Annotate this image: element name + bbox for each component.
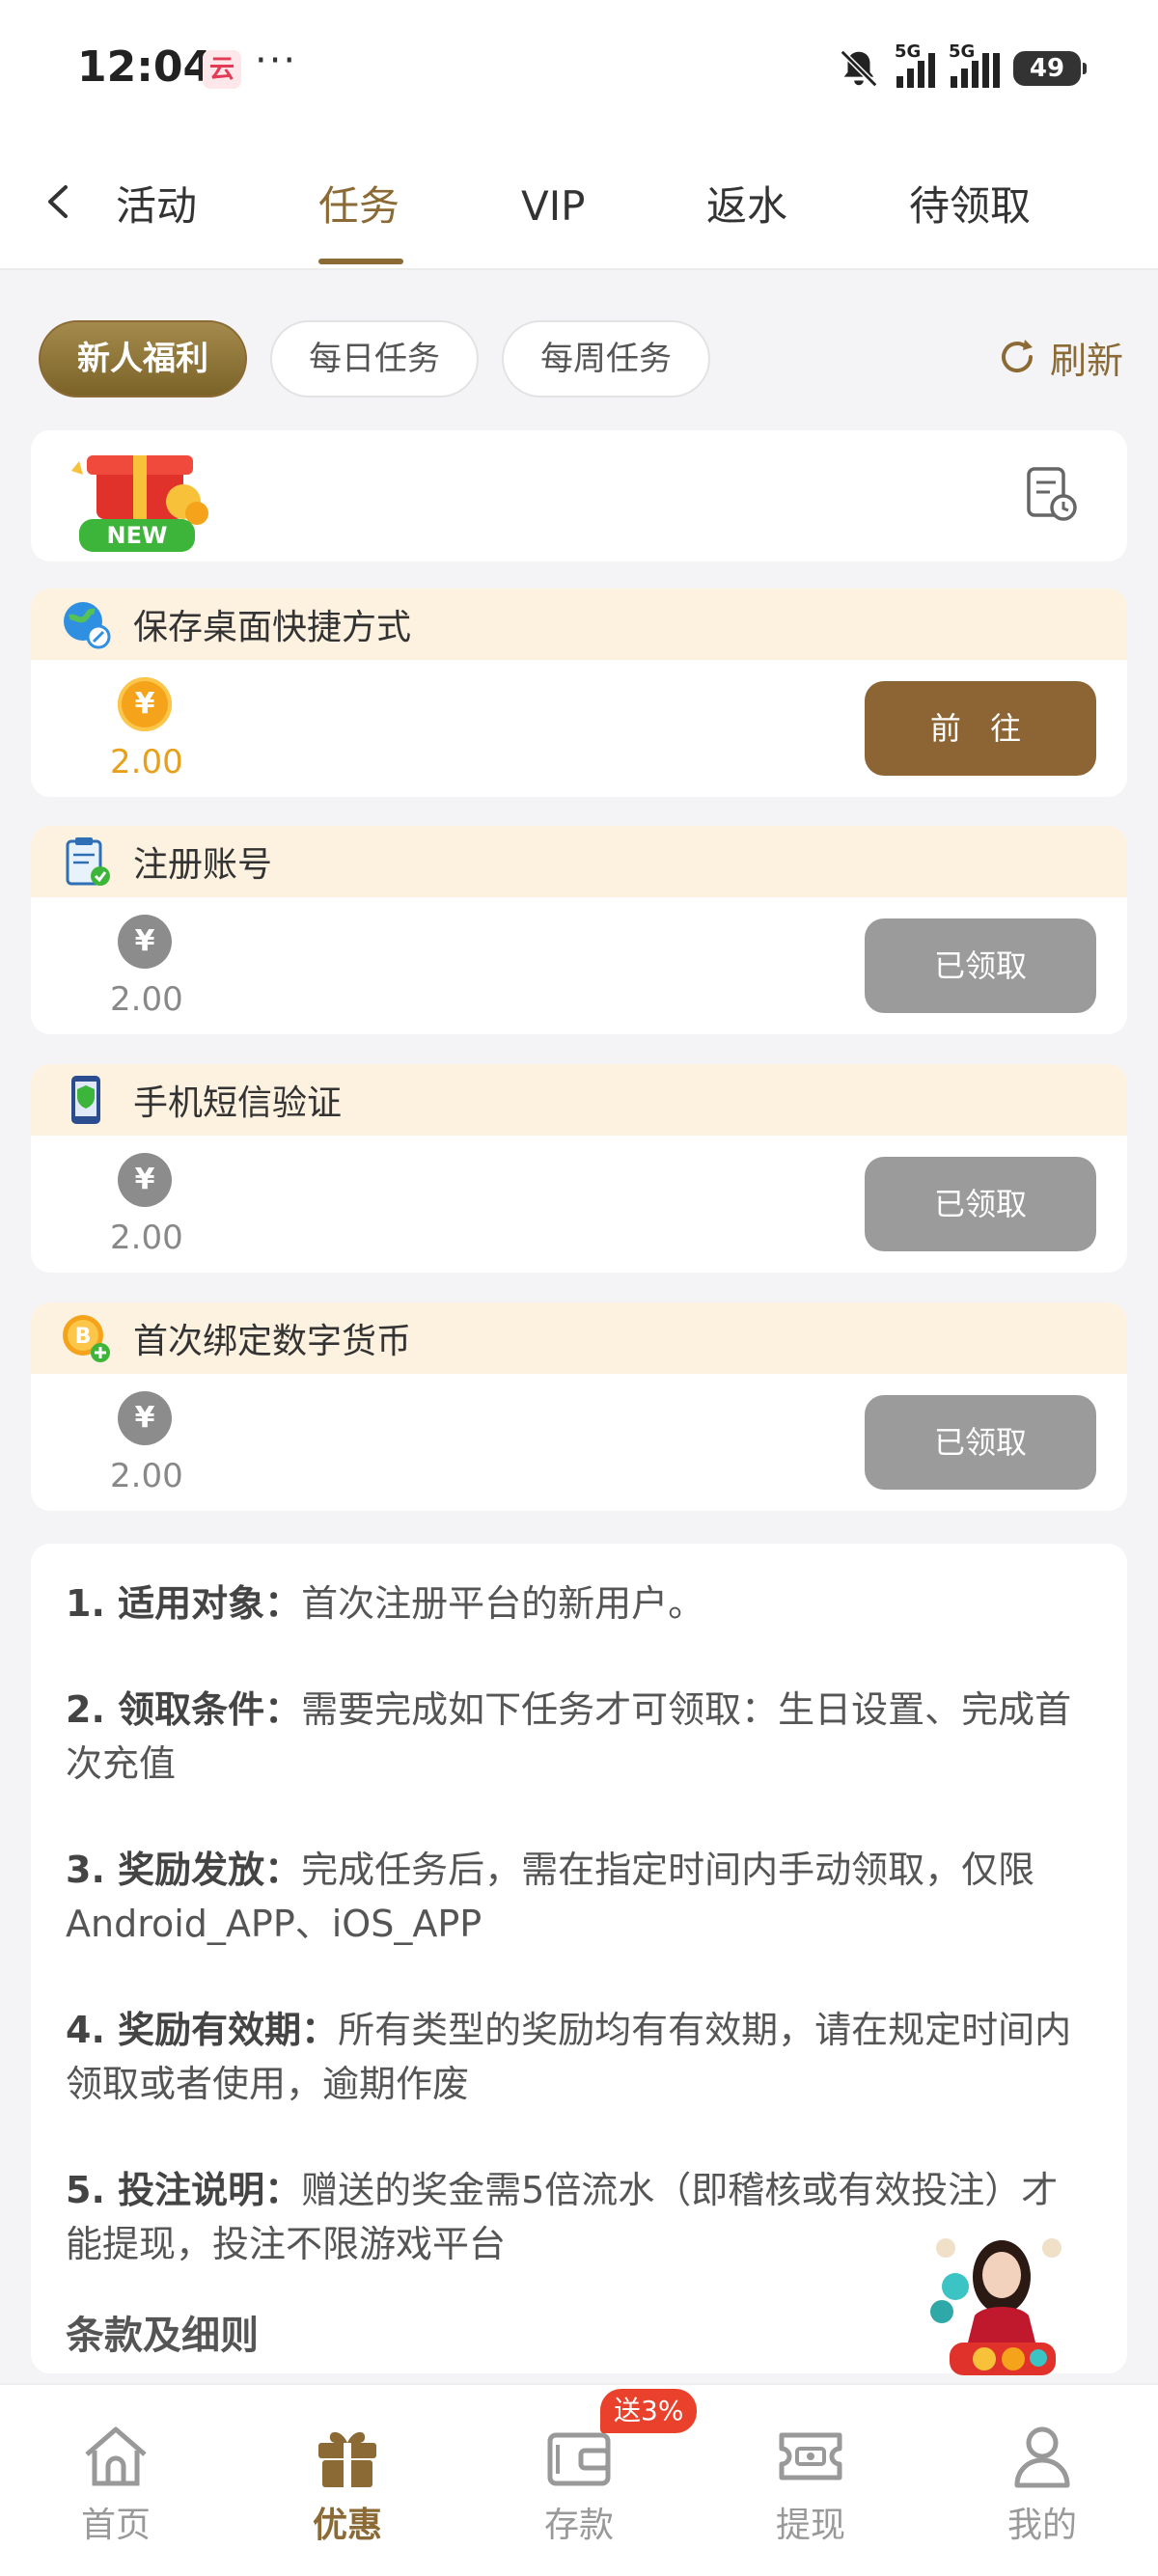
reward-amount: 2.00 <box>110 1219 183 1257</box>
refresh-icon <box>1002 340 1033 372</box>
tab-rebate[interactable]: 返水 <box>706 178 787 235</box>
refresh-button[interactable]: 刷新 <box>996 328 1123 386</box>
notification-app-icon: 云 <box>203 50 241 89</box>
nav-label: 优惠 <box>312 2506 382 2545</box>
status-icons: 5G 5G 49 <box>837 41 1087 93</box>
task-title: 首次绑定数字货币 <box>133 1322 412 1361</box>
new-badge-text: NEW <box>107 522 168 549</box>
clipboard-check-icon <box>66 837 110 886</box>
claimed-button[interactable]: 已领取 <box>865 1395 1096 1490</box>
chip-daily-tasks[interactable]: 每日任务 <box>270 320 479 397</box>
coin-icon: ¥ <box>118 1391 172 1445</box>
ticket-icon <box>779 2432 842 2480</box>
newcomer-banner: NEW <box>31 430 1127 562</box>
back-arrow-icon[interactable] <box>35 178 83 226</box>
chip-newcomer-benefits[interactable]: 新人福利 <box>39 320 247 397</box>
rule-item: 1. 适用对象：首次注册平台的新用户。 <box>66 1576 1092 1631</box>
nav-withdraw[interactable]: 提现 <box>733 2422 888 2547</box>
rule-item: 4. 奖励有效期：所有类型的奖励均有有效期，请在规定时间内领取或者使用，逾期作废 <box>66 2003 1092 2111</box>
customer-service-avatar-icon[interactable] <box>917 2219 1081 2383</box>
signal-icon-1: 5G <box>895 41 935 88</box>
bottom-navigation: 首页 优惠 存款 提现 我的 <box>0 2383 1158 2576</box>
reward-amount: 2.00 <box>110 980 183 1019</box>
task-card: 手机短信验证 ¥ 2.00 已领取 <box>31 1064 1127 1273</box>
claimed-button[interactable]: 已领取 <box>865 918 1096 1013</box>
top-tab-bar: 活动 任务 VIP 返水 待领取 <box>0 135 1158 270</box>
refresh-label: 刷新 <box>1049 339 1123 382</box>
signal-icon-2: 5G <box>949 41 1000 88</box>
tab-activity[interactable]: 活动 <box>116 178 197 235</box>
rule-label: 3. 奖励发放： <box>66 1849 302 1891</box>
status-time: 12:04 <box>77 42 213 92</box>
more-notifications-icon: ··· <box>255 39 298 83</box>
task-card: 保存桌面快捷方式 ¥ 2.00 前 往 <box>31 589 1127 797</box>
nav-label: 我的 <box>1006 2506 1077 2545</box>
task-card: B 首次绑定数字货币 ¥ 2.00 已领取 <box>31 1302 1127 1511</box>
gift-icon <box>318 2431 376 2487</box>
nav-deposit[interactable]: 存款 <box>502 2422 656 2547</box>
phone-shield-icon <box>71 1076 100 1124</box>
user-icon <box>1014 2426 1070 2488</box>
nav-label: 存款 <box>543 2506 614 2545</box>
coin-icon: ¥ <box>118 915 172 969</box>
new-gift-icon: NEW <box>71 455 208 552</box>
coin-icon: ¥ <box>118 1153 172 1207</box>
coin-icon: ¥ <box>118 677 172 731</box>
task-card: 注册账号 ¥ 2.00 已领取 <box>31 826 1127 1034</box>
task-header: 手机短信验证 <box>31 1064 1127 1136</box>
rule-label: 2. 领取条件： <box>66 1688 302 1731</box>
nav-profile[interactable]: 我的 <box>965 2422 1119 2547</box>
tab-pending[interactable]: 待领取 <box>909 178 1031 235</box>
reward-amount: 2.00 <box>110 743 183 781</box>
tab-tasks[interactable]: 任务 <box>318 178 400 235</box>
tab-vip[interactable]: VIP <box>521 178 585 235</box>
rule-label: 1. 适用对象： <box>66 1582 302 1625</box>
rule-text: 首次注册平台的新用户。 <box>301 1582 705 1625</box>
mute-icon <box>840 49 878 88</box>
deposit-promo-badge: 送3% <box>600 2389 698 2433</box>
status-bar: 12:04 云 ··· 5G 5G 49 <box>0 0 1158 135</box>
record-history-icon[interactable] <box>1025 465 1079 523</box>
rule-item: 2. 领取条件：需要完成如下任务才可领取：生日设置、完成首次充值 <box>66 1683 1092 1791</box>
rule-label: 4. 奖励有效期： <box>66 2009 339 2051</box>
go-button[interactable]: 前 往 <box>865 681 1096 776</box>
svg-text:B: B <box>75 1325 92 1349</box>
claimed-button[interactable]: 已领取 <box>865 1157 1096 1251</box>
nav-promotions[interactable]: 优惠 <box>270 2422 425 2547</box>
task-title: 保存桌面快捷方式 <box>133 608 412 647</box>
chip-weekly-tasks[interactable]: 每周任务 <box>502 320 710 397</box>
nav-label: 首页 <box>80 2506 151 2545</box>
battery-icon: 49 <box>1013 51 1087 86</box>
reward-amount: 2.00 <box>110 1457 183 1495</box>
bitcoin-add-icon: B <box>63 1315 110 1362</box>
globe-link-icon <box>64 602 111 649</box>
nav-label: 提现 <box>775 2506 845 2545</box>
nav-home[interactable]: 首页 <box>39 2422 193 2547</box>
task-header: 保存桌面快捷方式 <box>31 589 1127 660</box>
rule-label: 5. 投注说明： <box>66 2169 302 2211</box>
home-icon <box>85 2426 147 2486</box>
task-title: 注册账号 <box>133 845 273 885</box>
task-header: B 首次绑定数字货币 <box>31 1302 1127 1374</box>
task-title: 手机短信验证 <box>133 1083 343 1123</box>
rule-item: 3. 奖励发放：完成任务后，需在指定时间内手动领取，仅限Android_APP、… <box>66 1843 1092 1951</box>
active-tab-indicator <box>318 259 403 264</box>
task-header: 注册账号 <box>31 826 1127 897</box>
